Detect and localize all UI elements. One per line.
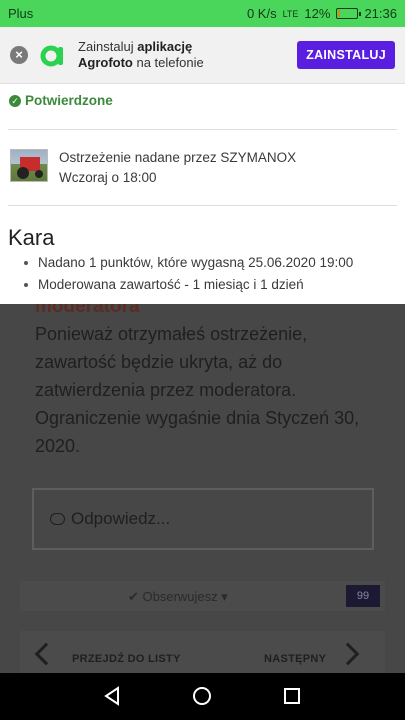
confirmed-status: ✓ Potwierdzone xyxy=(9,93,113,108)
divider xyxy=(8,129,397,130)
moderator-avatar[interactable] xyxy=(10,149,48,182)
next-link[interactable]: NASTĘPNY xyxy=(264,653,326,665)
battery-icon xyxy=(336,8,362,19)
status-icons: 0 K/s LTE 12% 21:36 xyxy=(247,6,397,21)
speech-bubble-icon xyxy=(50,513,65,525)
warning-time: Wczoraj o 18:00 xyxy=(59,170,157,185)
home-circle-icon[interactable] xyxy=(191,685,213,707)
signal-icon: LTE xyxy=(282,8,299,19)
close-icon[interactable]: × xyxy=(10,46,28,64)
moderation-message: Ponieważ otrzymałeś ostrzeżenie, zawarto… xyxy=(35,324,360,456)
back-triangle-icon[interactable] xyxy=(101,685,123,707)
divider xyxy=(8,205,397,206)
back-to-list-link[interactable]: PRZEJDŹ DO LISTY xyxy=(72,653,181,665)
penalty-list: Nadano 1 punktów, które wygasną 25.06.20… xyxy=(24,254,353,298)
battery-percent: 12% xyxy=(304,6,331,21)
watch-count: 99 xyxy=(346,585,380,607)
install-button[interactable]: ZAINSTALUJ xyxy=(297,41,395,69)
network-speed: 0 K/s xyxy=(246,6,277,21)
reply-input[interactable]: Odpowiedz... xyxy=(32,488,374,550)
penalty-heading: Kara xyxy=(8,225,55,250)
list-item: Nadano 1 punktów, które wygasną 25.06.20… xyxy=(24,254,353,276)
banner-text: Zainstaluj aplikację Agrofoto na telefon… xyxy=(78,39,204,70)
app-install-banner: × Zainstaluj aplikację Agrofoto na telef… xyxy=(0,27,405,84)
recents-square-icon[interactable] xyxy=(281,685,303,707)
warning-title: Ostrzeżenie nadane przez SZYMANOX xyxy=(59,150,297,165)
post-content-dimmed: moderatora Ponieważ otrzymałeś ostrzeżen… xyxy=(0,296,405,675)
clock: 21:36 xyxy=(364,6,397,21)
agrofoto-logo-icon xyxy=(40,45,63,67)
reply-placeholder: Odpowiedz... xyxy=(71,509,171,528)
status-bar: Plus 0 K/s LTE 12% 21:36 xyxy=(0,0,405,27)
carrier-name: Plus xyxy=(8,6,34,21)
check-circle-icon: ✓ xyxy=(9,94,21,107)
watch-button[interactable]: ✔ Obserwujesz ▾ xyxy=(128,589,228,605)
system-nav-bar xyxy=(0,673,405,720)
warning-card: ✓ Potwierdzone Ostrzeżenie nadane przez … xyxy=(0,84,405,304)
list-item: Moderowana zawartość - 1 miesiąc i 1 dzi… xyxy=(24,276,353,298)
